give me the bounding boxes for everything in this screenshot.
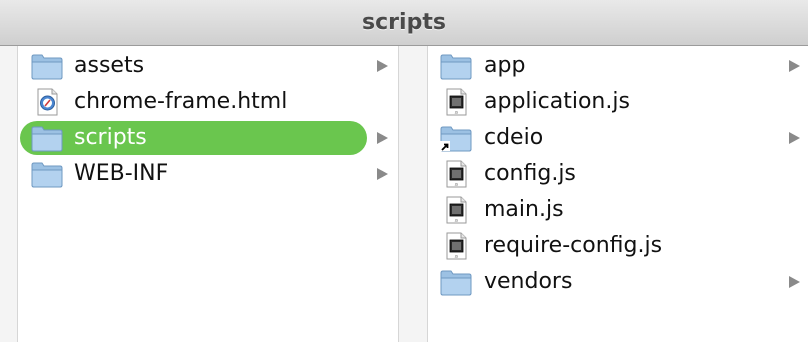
- column-divider-left: [0, 46, 18, 342]
- folder-icon: [31, 162, 63, 188]
- folder-icon: [31, 54, 63, 80]
- disclosure-arrow-icon: [377, 60, 388, 72]
- list-item-label: WEB-INF: [74, 161, 169, 186]
- list-item-label: chrome-frame.html: [74, 89, 288, 114]
- list-item-label: scripts: [74, 125, 147, 150]
- finder-column-2[interactable]: app JS application.js cdeio JS config.js…: [428, 46, 808, 342]
- list-item-config-js[interactable]: JS config.js: [428, 156, 808, 192]
- js-file-icon: JS: [446, 160, 467, 188]
- disclosure-arrow-icon: [789, 276, 800, 288]
- js-file-icon: JS: [446, 196, 467, 224]
- disclosure-arrow-icon: [789, 132, 800, 144]
- window-title: scripts: [362, 10, 446, 35]
- list-item-label: cdeio: [484, 125, 544, 150]
- list-item-app[interactable]: app: [428, 48, 808, 84]
- js-file-icon: JS: [446, 232, 467, 260]
- title-bar[interactable]: scripts: [0, 0, 808, 46]
- folder-alias-icon: [440, 126, 472, 152]
- js-file-icon: JS: [446, 88, 467, 116]
- html-file-icon: [37, 88, 58, 116]
- folder-icon: [31, 126, 63, 152]
- list-item-label: app: [484, 53, 526, 78]
- list-item-scripts[interactable]: scripts: [18, 120, 398, 156]
- list-item-application-js[interactable]: JS application.js: [428, 84, 808, 120]
- list-item-assets[interactable]: assets: [18, 48, 398, 84]
- disclosure-arrow-icon: [377, 168, 388, 180]
- folder-icon: [440, 54, 472, 80]
- list-item-chrome-frame[interactable]: chrome-frame.html: [18, 84, 398, 120]
- list-item-vendors[interactable]: vendors: [428, 264, 808, 300]
- list-item-label: application.js: [484, 89, 630, 114]
- list-item-cdeio[interactable]: cdeio: [428, 120, 808, 156]
- list-item-label: main.js: [484, 197, 564, 222]
- list-item-require-config-js[interactable]: JS require-config.js: [428, 228, 808, 264]
- disclosure-arrow-icon: [789, 60, 800, 72]
- folder-icon: [440, 270, 472, 296]
- column-resize-handle[interactable]: [398, 46, 428, 342]
- selection-highlight: [20, 121, 367, 155]
- finder-column-1[interactable]: assets chrome-frame.html scripts WEB-INF: [18, 46, 398, 342]
- disclosure-arrow-icon: [377, 132, 388, 144]
- list-item-label: config.js: [484, 161, 576, 186]
- list-item-label: require-config.js: [484, 233, 663, 258]
- list-item-main-js[interactable]: JS main.js: [428, 192, 808, 228]
- list-item-web-inf[interactable]: WEB-INF: [18, 156, 398, 192]
- list-item-label: vendors: [484, 269, 573, 294]
- list-item-label: assets: [74, 53, 145, 78]
